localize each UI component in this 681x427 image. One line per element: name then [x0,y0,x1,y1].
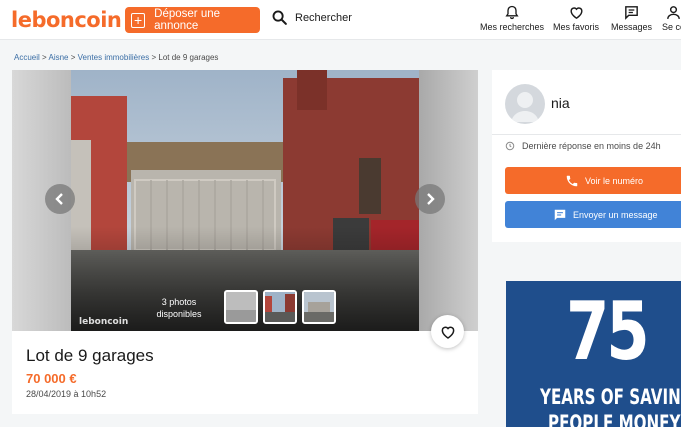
nav-messages[interactable]: Messages [611,4,652,32]
search-label: Rechercher [295,11,352,24]
breadcrumb-separator: > [42,53,47,62]
search-button[interactable]: Rechercher [271,9,352,26]
photo-thumbnail[interactable] [224,290,258,324]
photo-thumbnail[interactable] [302,290,336,324]
nav-label: Messages [611,22,653,32]
message-icon [554,209,566,220]
listing-info: Lot de 9 garages 70 000 € 28/04/2019 à 1… [12,331,478,414]
heart-icon [569,7,583,19]
breadcrumb-link-category[interactable]: Ventes immobilières [78,53,150,62]
search-icon [272,10,287,25]
ad-headline: YEARS OF SAVING [540,385,681,409]
leboncoin-logo[interactable]: leboncoin [11,8,122,32]
seller-card: nia Dernière réponse en moins de 24h Voi… [492,70,681,242]
photo-gallery[interactable]: 3 photos disponibles leboncoin [12,70,478,331]
breadcrumb: Accueil > Aisne > Ventes immobilières > … [14,53,218,62]
heart-icon [441,326,454,339]
plus-icon: + [131,12,146,28]
send-message-button[interactable]: Envoyer un message [505,201,681,228]
response-time-label: Dernière réponse en moins de 24h [522,141,661,151]
message-icon [625,6,638,20]
gallery-watermark: leboncoin [79,317,129,327]
show-phone-label: Voir le numéro [585,175,644,186]
listing-date: 28/04/2019 à 10h52 [26,389,107,399]
show-phone-button[interactable]: Voir le numéro [505,167,681,194]
nav-label: Mes recherches [480,22,545,32]
ad-subheadline: PEOPLE MONEY [548,411,681,427]
add-to-favorites-button[interactable] [431,315,464,348]
response-time: Dernière réponse en moins de 24h [505,141,661,151]
ad-number: 75 [566,285,650,378]
post-ad-button[interactable]: + Déposer une annonce [125,7,260,33]
top-header: leboncoin + Déposer une annonce Recherch… [0,0,681,40]
clock-icon [505,141,515,151]
default-avatar-icon [511,92,539,122]
advertisement-banner[interactable]: 75 YEARS OF SAVING PEOPLE MONEY [506,281,681,427]
breadcrumb-link-region[interactable]: Aisne [48,53,68,62]
listing-price: 70 000 € [26,371,77,386]
avatar[interactable] [505,84,545,124]
previous-photo-button[interactable] [45,184,75,214]
chevron-right-icon [427,193,435,205]
seller-name[interactable]: nia [551,95,570,111]
nav-label: Mes favoris [553,22,600,32]
user-icon [667,6,680,19]
divider [492,134,681,135]
bell-icon [505,5,519,20]
next-photo-button[interactable] [415,184,445,214]
nav-my-favorites[interactable]: Mes favoris [553,4,599,32]
post-ad-label: Déposer une annonce [154,8,221,32]
nav-login[interactable]: Se co [662,4,681,32]
photo-thumbnail[interactable] [263,290,297,324]
nav-my-searches[interactable]: Mes recherches [480,4,544,32]
breadcrumb-separator: > [70,53,76,62]
phone-icon [566,175,578,186]
breadcrumb-link-home[interactable]: Accueil [14,53,40,62]
listing-title: Lot de 9 garages [26,346,154,365]
chevron-left-icon [55,193,63,205]
nav-label: Se co [662,22,681,32]
breadcrumb-current: Lot de 9 garages [158,53,219,62]
breadcrumb-separator: > [151,53,157,62]
photo-count-label: 3 photos disponibles [156,297,202,319]
send-message-label: Envoyer un message [573,209,658,220]
